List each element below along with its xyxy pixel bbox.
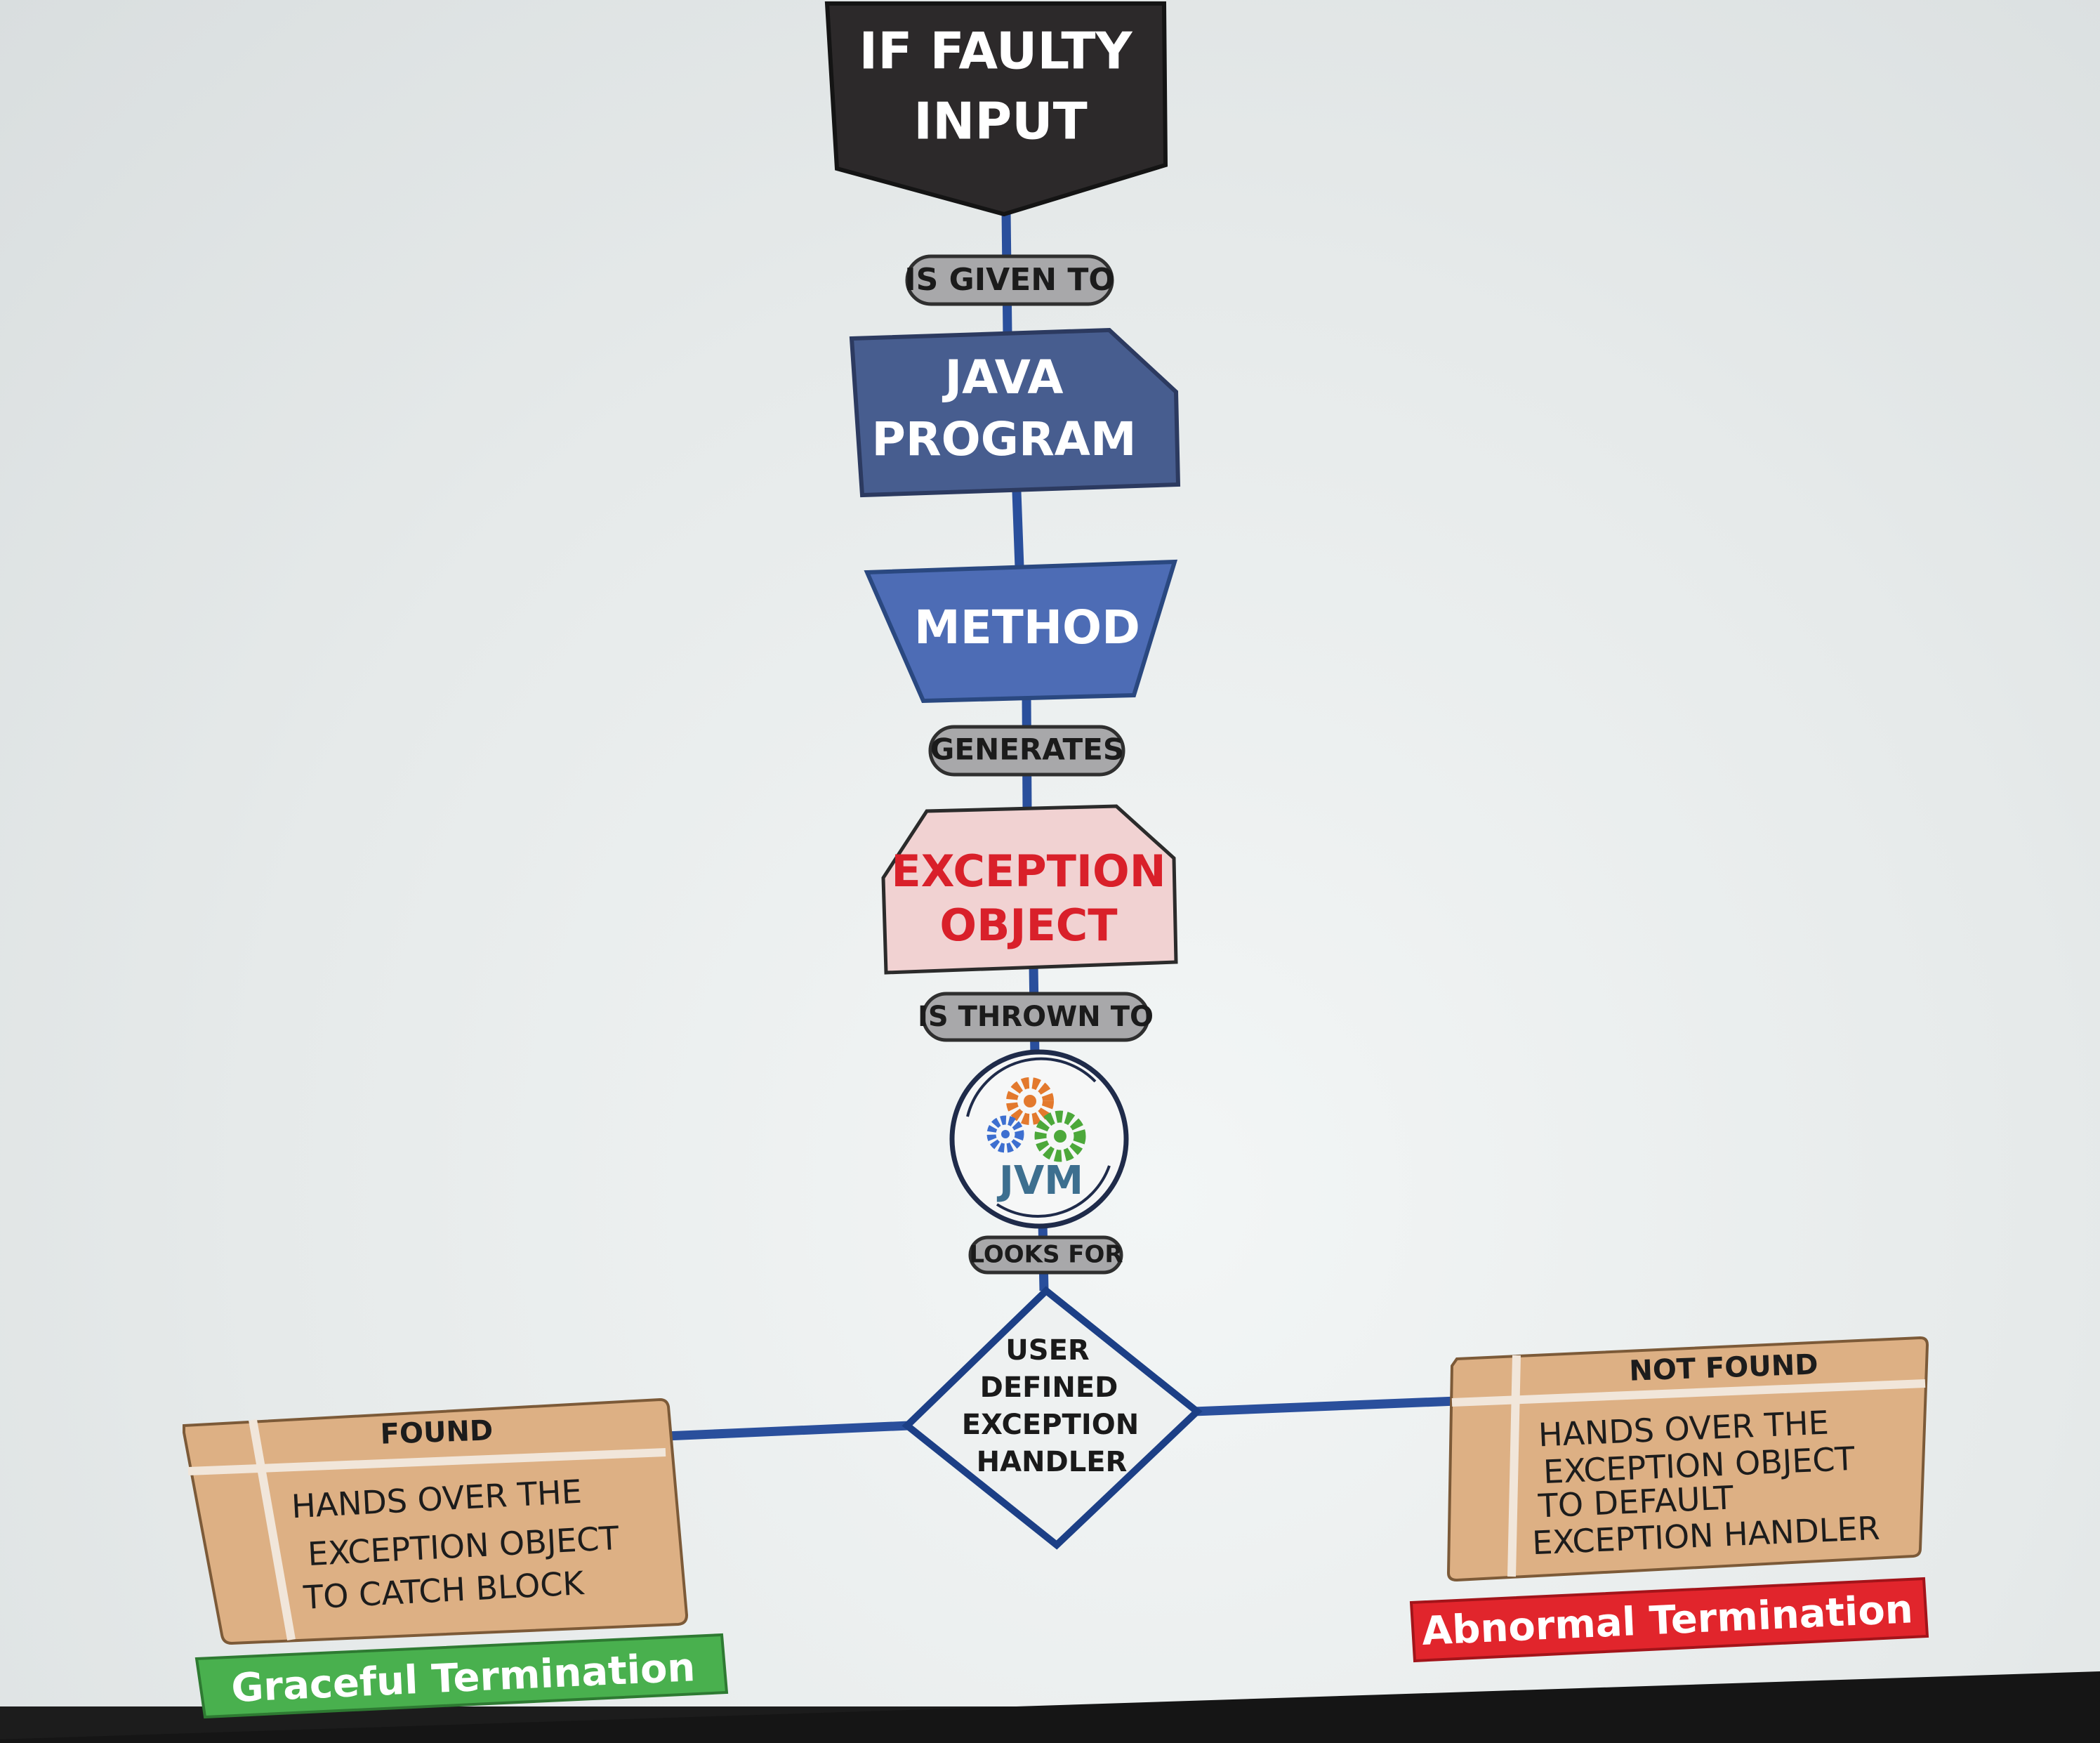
edge-text-looks: LOOKS FOR [969,1241,1123,1269]
edge-label-thrown: IS THROWN TO [918,992,1154,1042]
exception-node: EXCEPTION OBJECT [881,804,1178,975]
found-card: FOUND HANDS OVER THE EXCEPTION OBJECT TO… [183,1397,689,1645]
method-label: METHOD [914,600,1140,655]
decision-label-line3: EXCEPTION [962,1409,1139,1441]
exception-label-line2: OBJECT [939,900,1117,951]
start-label-line1: IF FAULTY [859,22,1132,81]
start-label-line2: INPUT [913,92,1087,151]
edge-text-thrown: IS THROWN TO [918,1001,1154,1033]
graceful-termination-banner: Graceful Termination [194,1633,729,1719]
edge-label-given: IS GIVEN TO [904,254,1115,306]
exception-flow-diagram: IF FAULTY INPUT IS GIVEN TO JAVA PROGRAM… [183,1,1929,1719]
jvm-node: JVM [949,1049,1129,1229]
connector-decision-not-found [1193,1396,1458,1416]
method-node: METHOD [864,559,1178,704]
edge-label-generates: GENERATES [928,725,1125,777]
not-found-card: NOT FOUND HANDS OVER THE EXCEPTION OBJEC… [1446,1336,1929,1582]
program-node: JAVA PROGRAM [849,327,1181,498]
decision-label-line1: USER [1005,1334,1089,1367]
edge-label-looks: LOOKS FOR [968,1235,1123,1275]
gear-blue-hub [1001,1130,1010,1138]
gear-orange-hub [1024,1095,1036,1107]
abnormal-termination-banner: Abnormal Termination [1409,1577,1929,1663]
edge-text-given: IS GIVEN TO [904,262,1115,298]
program-label-line2: PROGRAM [871,412,1136,466]
connector-decision-found [665,1421,910,1441]
found-header: FOUND [380,1414,494,1451]
program-label-line1: JAVA [942,350,1064,404]
exception-label-line1: EXCEPTION [891,846,1165,897]
decision-node: USER DEFINED EXCEPTION HANDLER [902,1286,1203,1550]
jvm-label: JVM [996,1158,1083,1204]
not-found-header: NOT FOUND [1629,1348,1819,1387]
connector-program-method [1012,491,1024,568]
decision-label-line2: DEFINED [980,1372,1118,1404]
decision-label-line4: HANDLER [977,1446,1128,1478]
not-found-card-divider-vertical [1507,1355,1521,1577]
edge-text-generates: GENERATES [930,732,1124,767]
gear-green-hub [1054,1130,1066,1143]
start-node: IF FAULTY INPUT [824,1,1168,217]
